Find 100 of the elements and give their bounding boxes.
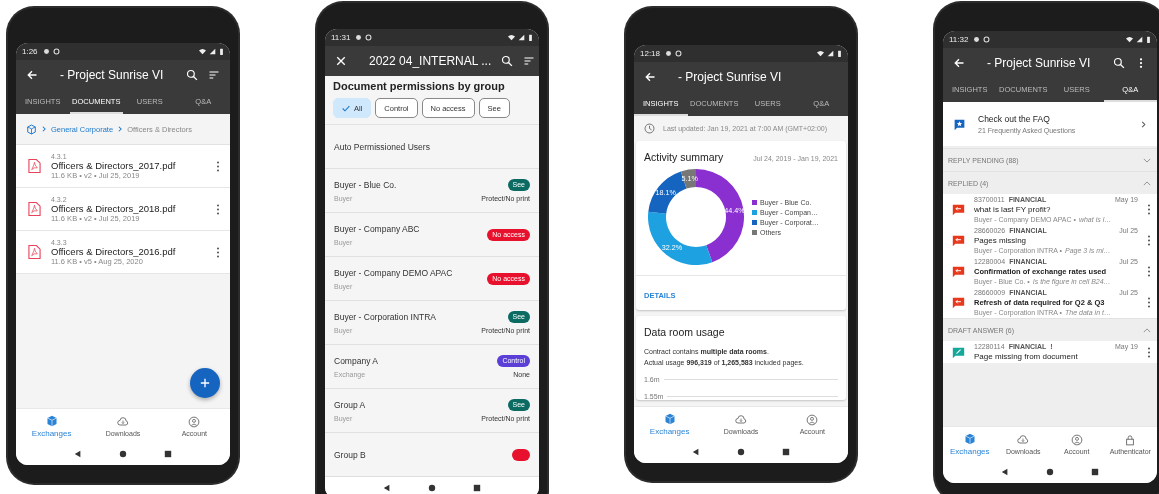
- home-icon[interactable]: [119, 450, 127, 458]
- permission-badge: [512, 448, 530, 461]
- group-row[interactable]: Auto Permissioned Users: [325, 125, 539, 169]
- search-icon[interactable]: [1113, 57, 1125, 69]
- cube-icon: [663, 412, 676, 425]
- cube-outline-icon[interactable]: [26, 123, 37, 135]
- lock-icon: [1124, 433, 1137, 446]
- section-heading: Document permissions by group: [333, 80, 506, 92]
- faq-title: Check out the FAQ: [978, 114, 1051, 124]
- status-time: 11:31: [331, 33, 351, 42]
- group-name: Buyer - Blue Co.: [334, 179, 398, 190]
- wifi-icon: [508, 34, 515, 41]
- cloud-download-icon: [117, 415, 129, 428]
- legend-swatch: [752, 219, 757, 225]
- more-icon[interactable]: [216, 246, 220, 258]
- more-icon[interactable]: [1147, 266, 1151, 277]
- more-icon[interactable]: [216, 160, 220, 172]
- search-icon[interactable]: [186, 69, 198, 81]
- recents-icon[interactable]: [1090, 468, 1099, 476]
- wifi-icon: [199, 48, 206, 55]
- back-icon[interactable]: [26, 69, 38, 81]
- file-name: Officers & Directors_2017.pdf: [51, 159, 177, 171]
- battery-icon: [528, 34, 533, 41]
- screen-title: 2022 04_INTERNAL ...: [368, 54, 492, 68]
- group-name: Buyer - Company ABC: [334, 223, 421, 234]
- recents-icon[interactable]: [781, 448, 790, 456]
- back-icon[interactable]: [692, 448, 701, 456]
- legend-swatch: [752, 229, 757, 235]
- signal-icon: [827, 50, 834, 57]
- legend-swatch: [752, 199, 757, 205]
- file-name: Officers & Directors_2018.pdf: [51, 202, 177, 214]
- signal-icon: [1136, 36, 1143, 43]
- wifi-icon: [817, 50, 824, 57]
- account-icon: [1070, 433, 1083, 446]
- sort-icon[interactable]: [523, 55, 536, 67]
- chevron-right-icon: [41, 126, 47, 132]
- battery-icon: [837, 50, 842, 57]
- group-name: Company A: [334, 355, 379, 366]
- home-icon[interactable]: [737, 448, 745, 456]
- status-time: 11:32: [949, 35, 969, 44]
- back-icon[interactable]: [1001, 468, 1010, 476]
- search-icon[interactable]: [501, 55, 514, 67]
- card-title: Data room usage: [644, 326, 726, 338]
- back-icon[interactable]: [383, 484, 392, 492]
- chevron-right-icon: [1140, 120, 1147, 128]
- screen-title: - Project Sunrise VI: [986, 56, 1092, 70]
- group-name: Group A: [334, 399, 367, 410]
- cloud-download-icon: [735, 413, 747, 426]
- screen-title: - Project Sunrise VI: [59, 68, 165, 82]
- back-icon[interactable]: [644, 71, 656, 83]
- more-icon[interactable]: [216, 203, 220, 215]
- close-icon[interactable]: [335, 55, 347, 67]
- pdf-file-icon: [28, 201, 41, 217]
- pdf-file-icon: [28, 244, 41, 260]
- more-icon[interactable]: [1147, 204, 1151, 215]
- recents-icon[interactable]: [472, 484, 481, 492]
- sort-icon[interactable]: [208, 69, 220, 81]
- reply-chat-icon: [952, 265, 965, 278]
- bottom-nav-item[interactable]: Exchanges: [16, 409, 88, 443]
- group-name: Auto Permissioned Users: [334, 141, 431, 152]
- add-button[interactable]: [190, 368, 220, 398]
- group-name: Group B: [334, 449, 367, 460]
- back-icon[interactable]: [953, 57, 965, 69]
- cube-icon: [45, 414, 58, 427]
- account-icon: [806, 413, 819, 426]
- cube-icon: [963, 432, 976, 445]
- battery-icon: [219, 48, 224, 55]
- group-name: Buyer - Corporation INTRA: [334, 311, 438, 322]
- bottom-nav-item[interactable]: Exchanges: [634, 407, 706, 441]
- question-title: Pages missing: [974, 236, 1028, 245]
- reply-chat-icon: [952, 203, 965, 216]
- star-chat-icon: [953, 117, 966, 131]
- file-name: Officers & Directors_2016.pdf: [51, 245, 177, 257]
- check-icon: [342, 104, 350, 112]
- account-icon: [188, 415, 201, 428]
- pencil-chat-icon: [952, 345, 965, 359]
- pdf-file-icon: [28, 158, 41, 174]
- group-name: Buyer - Company DEMO APAC: [334, 267, 454, 278]
- more-icon[interactable]: [1147, 235, 1151, 246]
- question-title: Page missing from document: [974, 352, 1079, 361]
- wifi-icon: [1126, 36, 1133, 43]
- question-title: what is last FY profit?: [974, 205, 1052, 214]
- battery-icon: [1146, 36, 1151, 43]
- more-icon[interactable]: [1147, 297, 1151, 308]
- bottom-nav-item[interactable]: Exchanges: [943, 427, 997, 461]
- screen-title: - Project Sunrise VI: [677, 70, 783, 84]
- card-title: Activity summary: [644, 151, 724, 163]
- home-icon[interactable]: [428, 484, 436, 492]
- back-icon[interactable]: [74, 450, 83, 458]
- status-time: 12:18: [640, 49, 661, 58]
- clock-icon: [644, 123, 655, 134]
- chevron-right-icon: [117, 126, 124, 132]
- home-icon[interactable]: [1046, 468, 1054, 476]
- status-time: 1:26: [22, 47, 38, 56]
- reply-chat-icon: [952, 296, 965, 309]
- cloud-download-icon: [1017, 433, 1030, 446]
- recents-icon[interactable]: [163, 450, 172, 458]
- signal-icon: [209, 48, 216, 55]
- more-icon[interactable]: [1147, 346, 1151, 358]
- legend-swatch: [752, 209, 757, 215]
